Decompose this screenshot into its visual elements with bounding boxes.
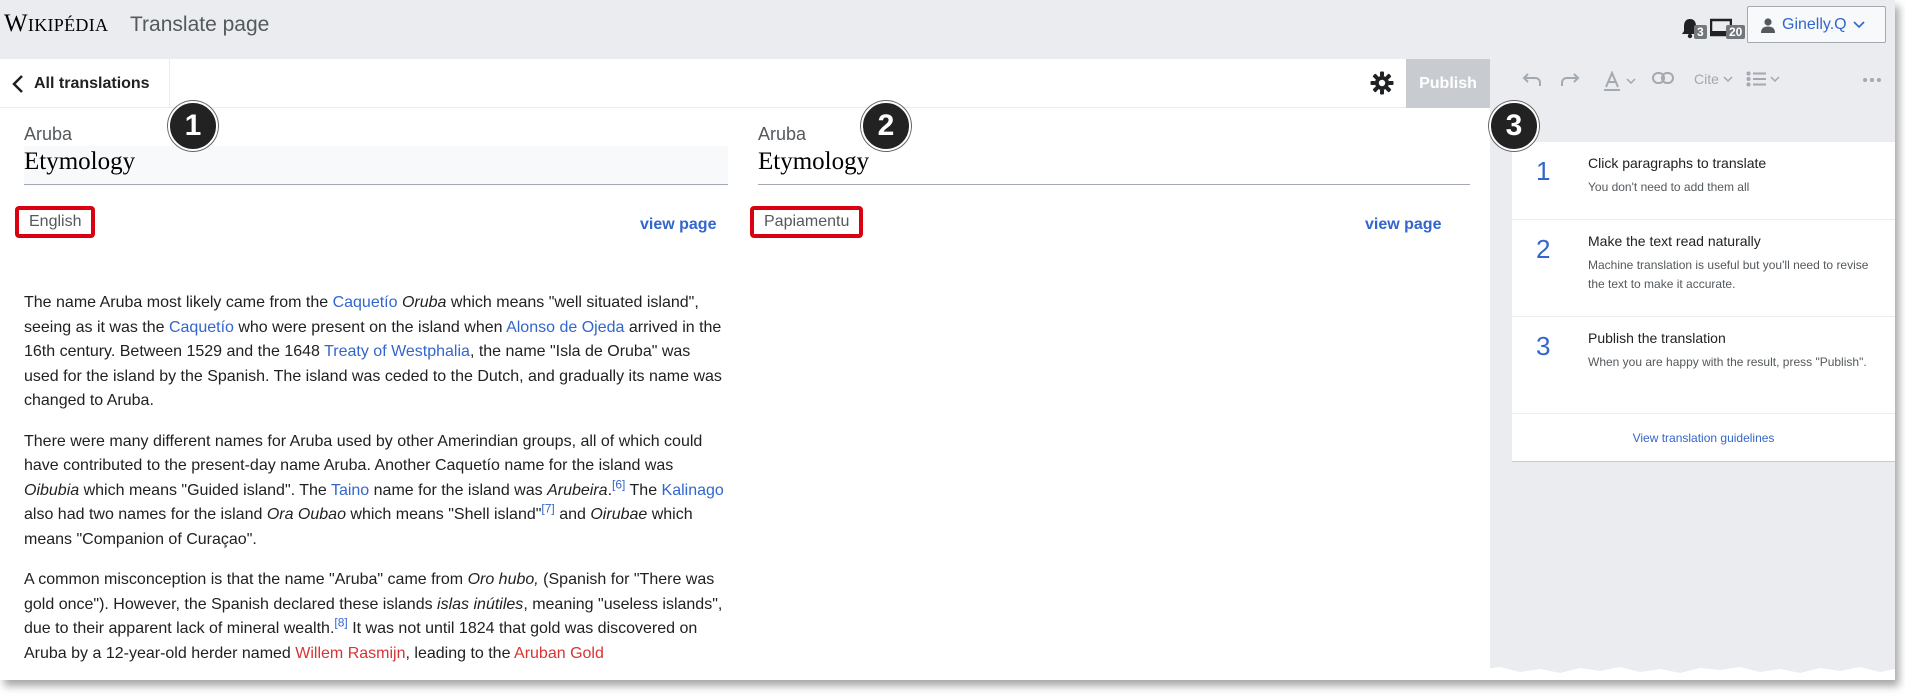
link-caquetio[interactable]: Caquetío (333, 294, 398, 311)
gear-icon (1370, 71, 1394, 95)
step-1: 1 Click paragraphs to translate You don'… (1512, 142, 1895, 220)
source-view-page-link[interactable]: view page (640, 216, 716, 234)
text-style-icon (1604, 71, 1620, 91)
link-button[interactable] (1652, 71, 1674, 85)
link-icon (1652, 72, 1674, 84)
chevron-down-icon (1626, 78, 1636, 84)
settings-button[interactable] (1370, 71, 1394, 100)
chevron-down-icon (1853, 20, 1865, 28)
screenshot-frame: Wikipédia Translate page 3 20 Ginelly.Q (0, 0, 1895, 680)
torn-edge-decoration (0, 667, 1895, 680)
callout-marker-3: 3 (1489, 101, 1539, 151)
source-article-title: Aruba (24, 124, 73, 144)
link-alonso-de-ojeda[interactable]: Alonso de Ojeda (506, 319, 624, 336)
cite-label: Cite (1694, 71, 1719, 87)
step-subtitle: You don't need to add them all (1588, 180, 1750, 194)
step-title: Click paragraphs to translate (1588, 155, 1767, 171)
step-number: 2 (1536, 234, 1551, 264)
step-2: 2 Make the text read naturally Machine t… (1512, 220, 1895, 317)
source-article-body: The name Aruba most likely came from the… (24, 291, 724, 680)
target-view-page-link[interactable]: view page (1365, 216, 1441, 234)
chevron-left-icon (12, 74, 23, 93)
undo-icon (1522, 73, 1541, 86)
cite-button[interactable]: Cite (1694, 71, 1733, 87)
text-style-button[interactable] (1602, 71, 1636, 91)
username: Ginelly.Q (1782, 15, 1847, 33)
view-translation-guidelines-link[interactable]: View translation guidelines (1512, 414, 1895, 462)
chevron-down-icon (1723, 76, 1733, 82)
citation-8[interactable]: [8] (334, 616, 347, 630)
link-kalinago[interactable]: Kalinago (662, 482, 724, 499)
redo-icon (1561, 73, 1580, 86)
notices-count: 20 (1726, 25, 1746, 39)
list-button[interactable] (1746, 71, 1780, 87)
step-title: Make the text read naturally (1588, 233, 1761, 249)
translation-workarea: All translations Publish Aruba Etymology… (0, 59, 1490, 680)
more-options-button[interactable] (1862, 77, 1882, 83)
bullet-list-icon (1746, 71, 1766, 87)
target-section-title[interactable]: Etymology (758, 148, 1470, 185)
notices-button[interactable]: 20 (1710, 13, 1746, 39)
wikipedia-logo[interactable]: Wikipédia (4, 10, 108, 38)
callout-marker-1: 1 (168, 101, 218, 151)
step-subtitle: Machine translation is useful but you'll… (1588, 258, 1869, 291)
step-subtitle: When you are happy with the result, pres… (1588, 355, 1867, 369)
translation-steps-card: 1 Click paragraphs to translate You don'… (1512, 142, 1895, 462)
redlink-willem-rasmijn[interactable]: Willem Rasmijn (295, 645, 405, 662)
translation-sidebar: Cite 1 Click paragraphs to translate You… (1489, 59, 1895, 680)
step-3: 3 Publish the translation When you are h… (1512, 317, 1895, 414)
redlink-aruban-gold[interactable]: Aruban Gold (514, 645, 604, 662)
target-language-label: Papiamentu (750, 206, 864, 238)
user-menu-button[interactable]: Ginelly.Q (1747, 6, 1886, 43)
article-paragraph-2[interactable]: There were many different names for Arub… (24, 430, 724, 553)
citation-6[interactable]: [6] (612, 477, 625, 491)
link-treaty-of-westphalia[interactable]: Treaty of Westphalia (324, 343, 470, 360)
citation-7[interactable]: [7] (541, 502, 554, 516)
step-title: Publish the translation (1588, 330, 1726, 346)
editor-toolbar: Cite (1508, 59, 1895, 101)
translation-toolbar: All translations Publish (0, 59, 1490, 108)
notifications-button[interactable]: 3 (1680, 13, 1707, 39)
chevron-down-icon (1770, 76, 1780, 82)
callout-marker-2: 2 (861, 101, 911, 151)
link-caquetio-2[interactable]: Caquetío (169, 319, 234, 336)
all-translations-label: All translations (34, 74, 150, 92)
link-taino[interactable]: Taino (331, 482, 369, 499)
notifications-count: 3 (1694, 25, 1707, 39)
user-icon (1761, 17, 1775, 33)
all-translations-button[interactable]: All translations (0, 59, 170, 108)
article-paragraph-3[interactable]: A common misconception is that the name … (24, 568, 724, 666)
redo-button[interactable] (1560, 71, 1580, 89)
page-label: Translate page (130, 13, 270, 36)
step-number: 1 (1536, 156, 1551, 186)
article-paragraph-1[interactable]: The name Aruba most likely came from the… (24, 291, 724, 414)
source-section-title: Etymology (24, 148, 728, 185)
top-header: Wikipédia Translate page 3 20 Ginelly.Q (0, 0, 1895, 59)
target-article-title: Aruba (758, 124, 807, 144)
undo-button[interactable] (1522, 71, 1542, 89)
ellipsis-icon (1863, 78, 1881, 82)
step-number: 3 (1536, 331, 1551, 361)
source-language-label: English (15, 206, 96, 238)
publish-button[interactable]: Publish (1406, 59, 1490, 108)
